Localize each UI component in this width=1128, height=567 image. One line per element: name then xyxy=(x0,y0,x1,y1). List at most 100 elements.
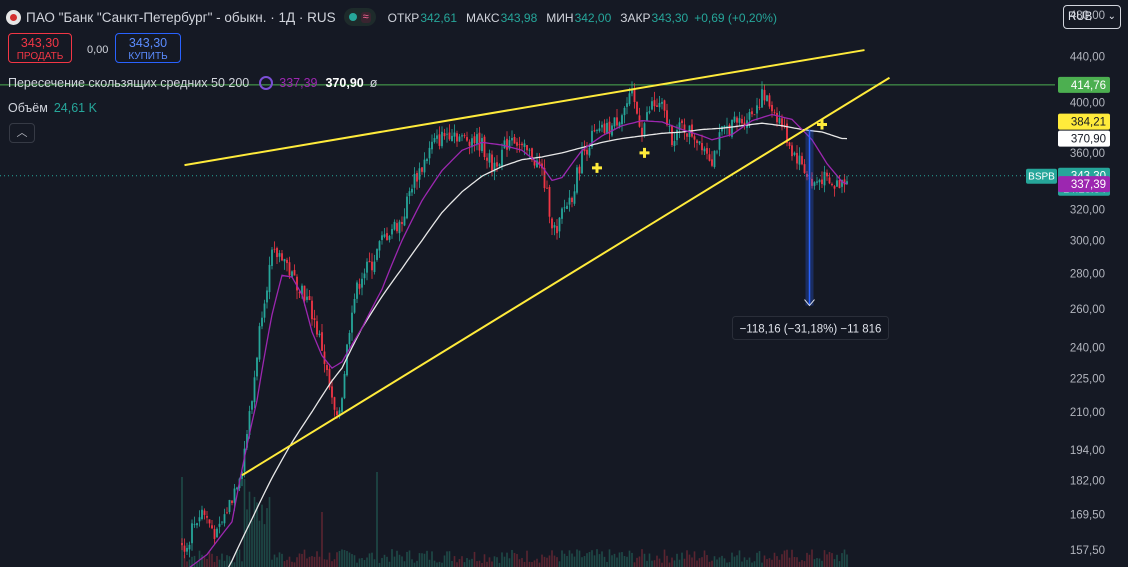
candle xyxy=(263,299,266,323)
volume-bar xyxy=(291,561,293,567)
sell-button[interactable]: 343,30 ПРОДАТЬ xyxy=(8,33,72,63)
volume-bar xyxy=(408,550,411,567)
volume-bar xyxy=(381,557,383,567)
market-open-dot-icon xyxy=(348,13,357,21)
candle-body xyxy=(801,156,803,165)
candle-body xyxy=(303,285,306,301)
candle-body xyxy=(803,164,806,173)
candle-body xyxy=(466,137,468,141)
volume-bar xyxy=(293,562,296,567)
candle-body xyxy=(293,269,296,276)
candle xyxy=(348,330,351,349)
candle-body xyxy=(378,241,381,251)
candle xyxy=(568,189,571,212)
candle-body xyxy=(621,115,623,125)
candle-body xyxy=(481,138,483,152)
volume-bar xyxy=(773,552,776,567)
candle xyxy=(738,111,741,126)
candle xyxy=(311,296,313,326)
candle xyxy=(708,148,711,162)
y-tick-label: 210,00 xyxy=(1070,407,1105,419)
candle xyxy=(403,208,406,227)
candle xyxy=(381,231,383,245)
symbol-title[interactable]: ПАО "Банк "Санкт-Петербург" - обыкн. · 1… xyxy=(26,10,336,25)
candle-body xyxy=(668,126,671,128)
volume-bar xyxy=(446,551,448,567)
candle-body xyxy=(483,136,486,158)
volume-bar xyxy=(546,557,548,567)
volume-bar xyxy=(321,512,323,567)
currency-select[interactable]: RUB ⌄ xyxy=(1063,5,1121,29)
candle-body xyxy=(288,262,291,276)
volume-bar xyxy=(728,562,731,567)
candle xyxy=(458,134,461,142)
volume-bar xyxy=(803,561,806,567)
candle-body xyxy=(623,107,626,116)
volume-bar xyxy=(651,560,653,567)
candle xyxy=(776,107,778,127)
candle xyxy=(773,109,776,115)
volume-bar xyxy=(423,553,426,567)
candle xyxy=(788,141,791,149)
candle-body xyxy=(448,132,451,140)
volume-bar xyxy=(266,508,268,567)
candle xyxy=(548,184,551,224)
volume-bar xyxy=(661,562,663,567)
candle xyxy=(553,222,556,236)
candle-body xyxy=(576,167,578,193)
candle-body xyxy=(413,173,416,188)
ohlc-value-4: +0,69 (+0,20%) xyxy=(694,10,777,25)
candle-body xyxy=(306,296,308,300)
candle xyxy=(656,98,658,108)
volume-bar xyxy=(373,559,376,567)
volume-bar xyxy=(223,560,226,567)
market-status[interactable]: ≈ xyxy=(343,8,376,26)
indicator-legend[interactable]: Пересечение скользящих средних 50 200 33… xyxy=(8,76,377,90)
candle-body xyxy=(693,136,696,140)
volume-bar xyxy=(486,561,488,567)
collapse-legend-button[interactable]: ︿ xyxy=(9,123,35,143)
volume-bar xyxy=(186,561,188,567)
volume-bar xyxy=(356,562,358,567)
candle xyxy=(188,541,191,558)
volume-bar xyxy=(543,556,546,567)
volume-bar xyxy=(283,561,286,567)
volume-bar xyxy=(798,561,801,567)
volume-legend[interactable]: Объём 24,61 K xyxy=(8,101,97,115)
candle xyxy=(766,94,768,102)
volume-bar xyxy=(383,554,386,567)
candle xyxy=(716,149,718,155)
volume-bar xyxy=(458,559,461,567)
candle-body xyxy=(526,145,528,151)
candle xyxy=(406,192,408,220)
candle xyxy=(383,228,386,239)
volume-bar xyxy=(211,553,213,567)
volume-bar xyxy=(243,478,246,567)
volume-bar xyxy=(568,550,571,567)
candle xyxy=(251,400,253,414)
volume-bar xyxy=(633,562,636,567)
indicator-cycle-icon[interactable] xyxy=(259,76,274,90)
volume-bar xyxy=(493,556,496,567)
volume-bar xyxy=(743,557,746,567)
candle-body xyxy=(428,147,431,159)
volume-bar xyxy=(238,549,241,567)
volume-label: Объём xyxy=(8,101,48,115)
volume-bar xyxy=(698,558,701,567)
buy-button[interactable]: 343,30 КУПИТЬ xyxy=(115,33,181,63)
volume-bar xyxy=(601,551,603,567)
candle xyxy=(463,133,466,139)
volume-bar xyxy=(733,556,736,567)
candle xyxy=(221,521,223,525)
ohlc-label-0: ОТКР xyxy=(387,10,420,25)
volume-bar xyxy=(641,549,643,567)
candle-body xyxy=(231,500,233,503)
candle xyxy=(733,111,736,123)
candle-body xyxy=(308,295,311,301)
volume-bar xyxy=(621,552,623,567)
candle-body xyxy=(198,517,201,522)
candle-body xyxy=(253,377,256,403)
candle-body xyxy=(381,235,383,240)
candle xyxy=(661,97,663,110)
volume-bar xyxy=(443,555,446,567)
